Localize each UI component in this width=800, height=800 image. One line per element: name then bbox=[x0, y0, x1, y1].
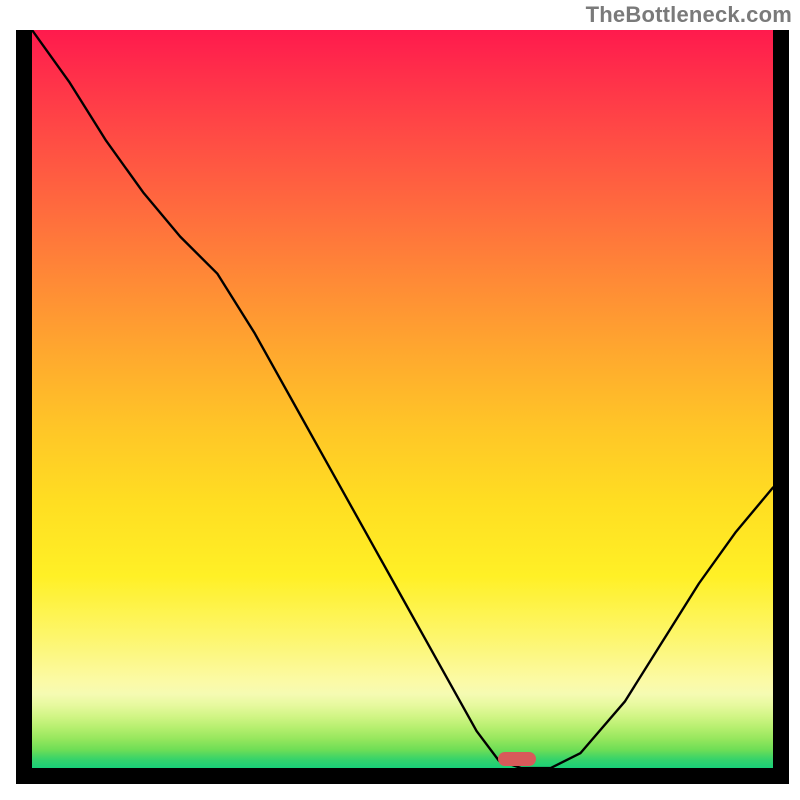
watermark-text: TheBottleneck.com bbox=[586, 2, 792, 28]
plot-frame bbox=[16, 30, 789, 784]
optimal-marker bbox=[498, 752, 536, 766]
bottleneck-curve bbox=[32, 30, 773, 768]
chart-container: TheBottleneck.com bbox=[0, 0, 800, 800]
plot-area bbox=[32, 30, 773, 768]
